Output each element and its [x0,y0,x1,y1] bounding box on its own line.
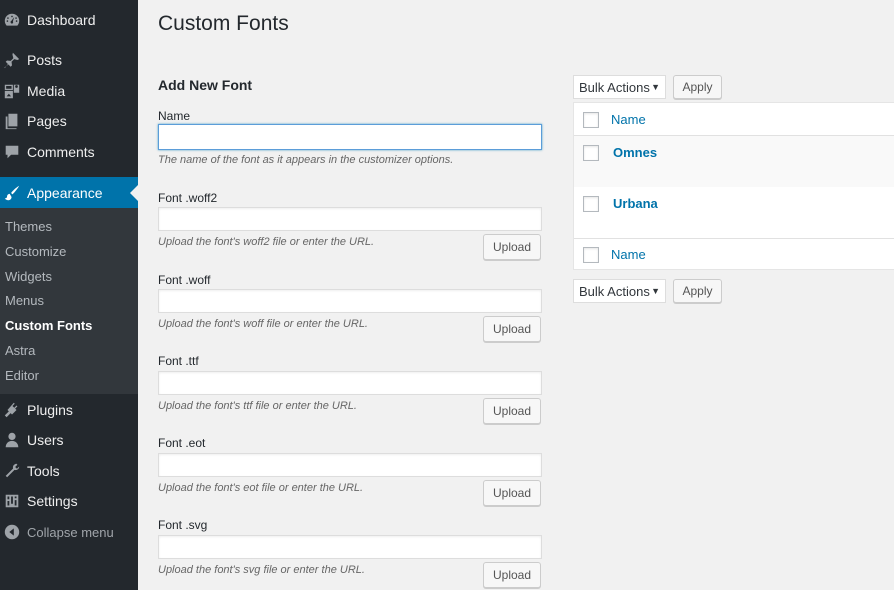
menu-item-tools[interactable]: Tools [0,457,138,485]
bulk-actions-select-top[interactable]: Bulk Actions ▼ [573,75,666,99]
apply-button-top[interactable]: Apply [673,75,722,99]
menu-label: Comments [27,144,95,160]
submenu-item-custom-fonts[interactable]: Custom Fonts [5,318,92,333]
menu-item-appearance[interactable]: Appearance [0,177,138,208]
eot-label: Font .eot [158,436,206,450]
row-checkbox[interactable] [583,196,599,212]
submenu-item-themes[interactable]: Themes [5,219,52,234]
collapse-menu-button[interactable]: Collapse menu [0,518,138,546]
select-all-checkbox-footer[interactable] [583,247,599,263]
menu-label: Pages [27,113,67,129]
menu-label: Posts [27,52,63,68]
pushpin-icon [3,51,21,69]
menu-label: Dashboard [27,12,96,28]
svg-url-input[interactable] [158,535,542,559]
dashboard-icon [3,11,21,29]
submenu-item-menus[interactable]: Menus [5,293,44,308]
woff2-label: Font .woff2 [158,191,218,205]
menu-label: Tools [27,463,60,479]
menu-item-dashboard[interactable]: Dashboard [0,6,138,34]
table-row: Urbana [574,187,894,238]
woff-url-input[interactable] [158,289,542,313]
woff2-url-input[interactable] [158,207,542,231]
bulk-actions-select-bottom[interactable]: Bulk Actions ▼ [573,279,666,303]
ttf-label: Font .ttf [158,354,199,368]
submenu-item-editor[interactable]: Editor [5,368,39,383]
menu-item-plugins[interactable]: Plugins [0,396,138,424]
paintbrush-icon [3,184,21,202]
user-icon [3,431,21,449]
woff2-upload-button[interactable]: Upload [483,234,541,260]
eot-description: Upload the font's eot file or enter the … [158,482,364,494]
page-title: Custom Fonts [158,12,289,35]
font-name-input[interactable] [158,124,542,150]
bulk-actions-label: Bulk Actions [579,79,650,95]
submenu-item-astra[interactable]: Astra [5,343,35,358]
table-footer-row: Name [574,238,894,270]
menu-label: Media [27,83,66,99]
name-description: The name of the font as it appears in th… [158,154,454,166]
apply-button-bottom[interactable]: Apply [673,279,722,303]
ttf-url-input[interactable] [158,371,542,395]
menu-item-pages[interactable]: Pages [0,107,138,135]
add-new-font-heading: Add New Font [158,77,253,93]
menu-item-users[interactable]: Users [0,426,138,454]
collapse-icon [3,523,21,541]
dropdown-caret-icon: ▼ [651,286,660,296]
menu-label: Settings [27,493,78,509]
submenu-item-customize[interactable]: Customize [5,244,66,259]
font-name-link[interactable]: Omnes [613,145,657,160]
menu-item-media[interactable]: Media [0,77,138,105]
table-row: Omnes [574,136,894,187]
dropdown-caret-icon: ▼ [651,82,660,92]
svg-upload-button[interactable]: Upload [483,562,541,588]
name-label: Name [158,109,191,123]
ttf-description: Upload the font's ttf file or enter the … [158,400,357,412]
woff2-description: Upload the font's woff2 file or enter th… [158,236,375,248]
submenu-item-widgets[interactable]: Widgets [5,269,52,284]
comment-icon [3,143,21,161]
font-name-link[interactable]: Urbana [613,196,658,211]
menu-label: Users [27,432,64,448]
menu-label: Plugins [27,402,73,418]
eot-url-input[interactable] [158,453,542,477]
row-checkbox[interactable] [583,145,599,161]
media-icon [3,82,21,100]
menu-label: Collapse menu [27,524,114,540]
woff-description: Upload the font's woff file or enter the… [158,318,368,330]
plugin-icon [3,401,21,419]
menu-item-posts[interactable]: Posts [0,46,138,74]
settings-icon [3,492,21,510]
svg-description: Upload the font's svg file or enter the … [158,564,365,576]
woff-upload-button[interactable]: Upload [483,316,541,342]
ttf-upload-button[interactable]: Upload [483,398,541,424]
fonts-list-table: Name Omnes Urbana Name [573,102,894,270]
eot-upload-button[interactable]: Upload [483,480,541,506]
wrench-icon [3,462,21,480]
bulk-actions-label: Bulk Actions [579,283,650,299]
table-header-row: Name [574,103,894,136]
svg-label: Font .svg [158,518,208,532]
menu-item-settings[interactable]: Settings [0,487,138,515]
select-all-checkbox[interactable] [583,112,599,128]
woff-label: Font .woff [158,273,211,287]
name-column-header[interactable]: Name [611,112,646,127]
menu-item-comments[interactable]: Comments [0,138,138,166]
menu-label: Appearance [27,184,103,201]
name-column-footer[interactable]: Name [611,247,646,262]
pages-icon [3,112,21,130]
admin-sidebar: Dashboard Posts Media Pages Comments App… [0,0,138,590]
appearance-submenu: Themes Customize Widgets Menus Custom Fo… [0,208,138,394]
